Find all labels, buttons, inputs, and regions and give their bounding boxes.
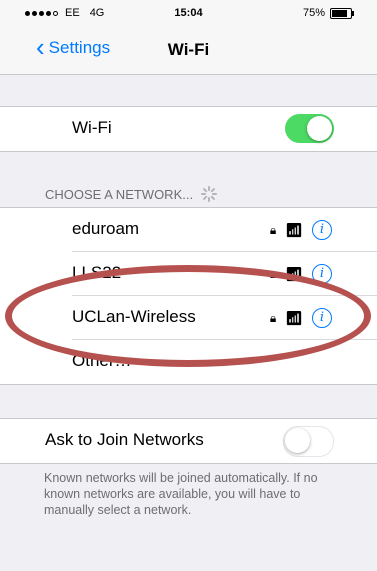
wifi-label: Wi-Fi xyxy=(72,118,112,137)
network-name: UCLan-Wireless xyxy=(72,307,196,326)
battery-icon xyxy=(330,7,354,19)
info-icon[interactable]: i xyxy=(312,220,332,240)
footer-note: Known networks will be joined automatica… xyxy=(44,471,318,517)
network-list: eduroam 🔒︎ 📶︎ i LLS22 🔒︎ 📶︎ i UCLan-Wire… xyxy=(0,207,377,385)
other-label: Other… xyxy=(72,351,132,370)
section-header: CHOOSE A NETWORK... xyxy=(45,186,218,202)
network-row-other[interactable]: Other… xyxy=(0,340,377,384)
network-row-uclan-wireless[interactable]: UCLan-Wireless 🔒︎ 📶︎ i xyxy=(0,296,377,340)
ask-to-join-row: Ask to Join Networks xyxy=(0,419,377,463)
loading-spinner-icon xyxy=(201,186,218,202)
navigation-bar: ‹ Settings Wi-Fi xyxy=(0,26,377,75)
network-name: eduroam xyxy=(72,219,140,238)
ask-to-join-label: Ask to Join Networks xyxy=(45,430,204,449)
wifi-group: Wi-Fi xyxy=(0,106,377,152)
ask-to-join-toggle[interactable] xyxy=(283,426,334,457)
network-icons: 🔒︎ 📶︎ i xyxy=(270,220,332,240)
wifi-signal-icon: 📶︎ xyxy=(285,309,303,326)
wifi-signal-icon: 📶︎ xyxy=(285,265,303,282)
info-icon[interactable]: i xyxy=(312,308,332,328)
network-icons: 🔒︎ 📶︎ i xyxy=(270,264,332,284)
network-row-lls22[interactable]: LLS22 🔒︎ 📶︎ i xyxy=(0,252,377,296)
network-icons: 🔒︎ 📶︎ i xyxy=(270,308,332,328)
wifi-toggle[interactable] xyxy=(285,114,334,143)
ask-to-join-group: Ask to Join Networks xyxy=(0,418,377,464)
info-icon[interactable]: i xyxy=(312,264,332,284)
battery-percent: 75% xyxy=(302,7,325,19)
lock-icon: 🔒︎ xyxy=(269,222,277,237)
battery-group: 75% xyxy=(302,7,354,19)
lock-icon: 🔒︎ xyxy=(269,310,277,325)
toggle-knob xyxy=(285,428,310,453)
section-header-label: CHOOSE A NETWORK... xyxy=(45,186,194,202)
settings-screen: EE 4G 15:04 75% ‹ Settings Wi-Fi Wi-Fi C… xyxy=(0,0,377,571)
network-name: LLS22 xyxy=(72,263,122,282)
status-bar: EE 4G 15:04 75% xyxy=(0,0,377,26)
lock-icon: 🔒︎ xyxy=(269,266,277,281)
toggle-knob xyxy=(307,116,332,141)
wifi-signal-icon: 📶︎ xyxy=(285,221,303,238)
wifi-row: Wi-Fi xyxy=(0,107,377,151)
page-title: Wi-Fi xyxy=(167,40,210,59)
network-row-eduroam[interactable]: eduroam 🔒︎ 📶︎ i xyxy=(0,208,377,252)
